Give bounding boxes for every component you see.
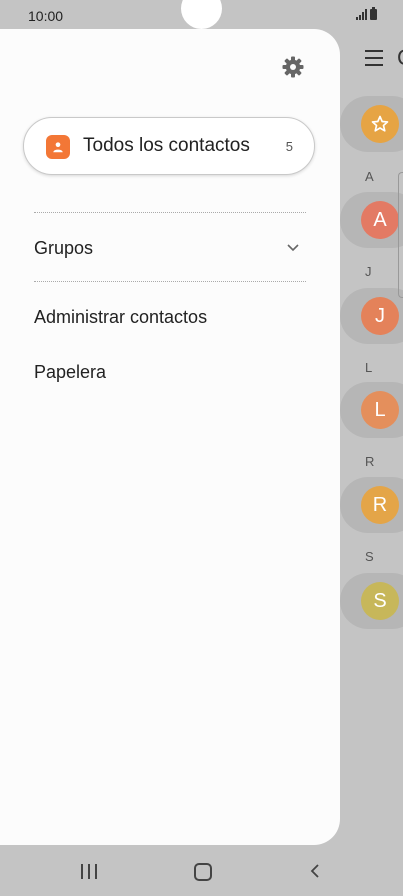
all-contacts-count: 5 bbox=[285, 139, 293, 154]
list-item[interactable]: R bbox=[340, 477, 403, 533]
system-nav-bar bbox=[0, 846, 403, 896]
manage-contacts-item[interactable]: Administrar contactos bbox=[34, 307, 207, 328]
menu-icon[interactable] bbox=[365, 50, 383, 71]
list-item[interactable]: J bbox=[340, 288, 403, 344]
avatar: S bbox=[361, 582, 399, 620]
avatar: L bbox=[361, 391, 399, 429]
groups-item[interactable]: Grupos bbox=[34, 238, 93, 259]
trash-item[interactable]: Papelera bbox=[34, 362, 106, 383]
section-letter: A bbox=[365, 169, 374, 184]
section-letter: S bbox=[365, 549, 374, 564]
avatar: J bbox=[361, 297, 399, 335]
signal-icon bbox=[356, 9, 367, 20]
person-icon bbox=[46, 135, 70, 159]
avatar: A bbox=[361, 201, 399, 239]
home-icon[interactable] bbox=[194, 863, 212, 881]
status-time: 10:00 bbox=[28, 8, 64, 24]
section-letter: J bbox=[365, 264, 372, 279]
favorites-row[interactable] bbox=[340, 96, 403, 152]
recent-apps-icon[interactable] bbox=[81, 864, 97, 879]
status-bar: 10:00 bbox=[0, 0, 403, 30]
star-icon bbox=[361, 105, 399, 143]
avatar: R bbox=[361, 486, 399, 524]
gear-icon[interactable] bbox=[281, 55, 305, 79]
battery-icon bbox=[370, 7, 377, 20]
chevron-down-icon[interactable] bbox=[286, 240, 300, 252]
list-item[interactable]: S bbox=[340, 573, 403, 629]
status-icons bbox=[356, 7, 377, 20]
navigation-drawer: Todos los contactos 5 Grupos Administrar… bbox=[0, 29, 340, 845]
divider bbox=[34, 281, 306, 282]
list-item[interactable]: A bbox=[340, 192, 403, 248]
section-letter: L bbox=[365, 360, 373, 375]
section-letter: R bbox=[365, 454, 375, 469]
all-contacts-label: Todos los contactos bbox=[83, 135, 250, 156]
divider bbox=[34, 212, 306, 213]
scroll-indicator[interactable] bbox=[398, 172, 403, 298]
back-icon[interactable] bbox=[308, 863, 322, 879]
contacts-list-background: C A A J J L L R R S S bbox=[340, 30, 403, 846]
list-item[interactable]: L bbox=[340, 382, 403, 438]
camera-notch bbox=[181, 0, 222, 29]
all-contacts-button[interactable]: Todos los contactos 5 bbox=[23, 117, 315, 175]
header-title-partial: C bbox=[397, 45, 403, 71]
